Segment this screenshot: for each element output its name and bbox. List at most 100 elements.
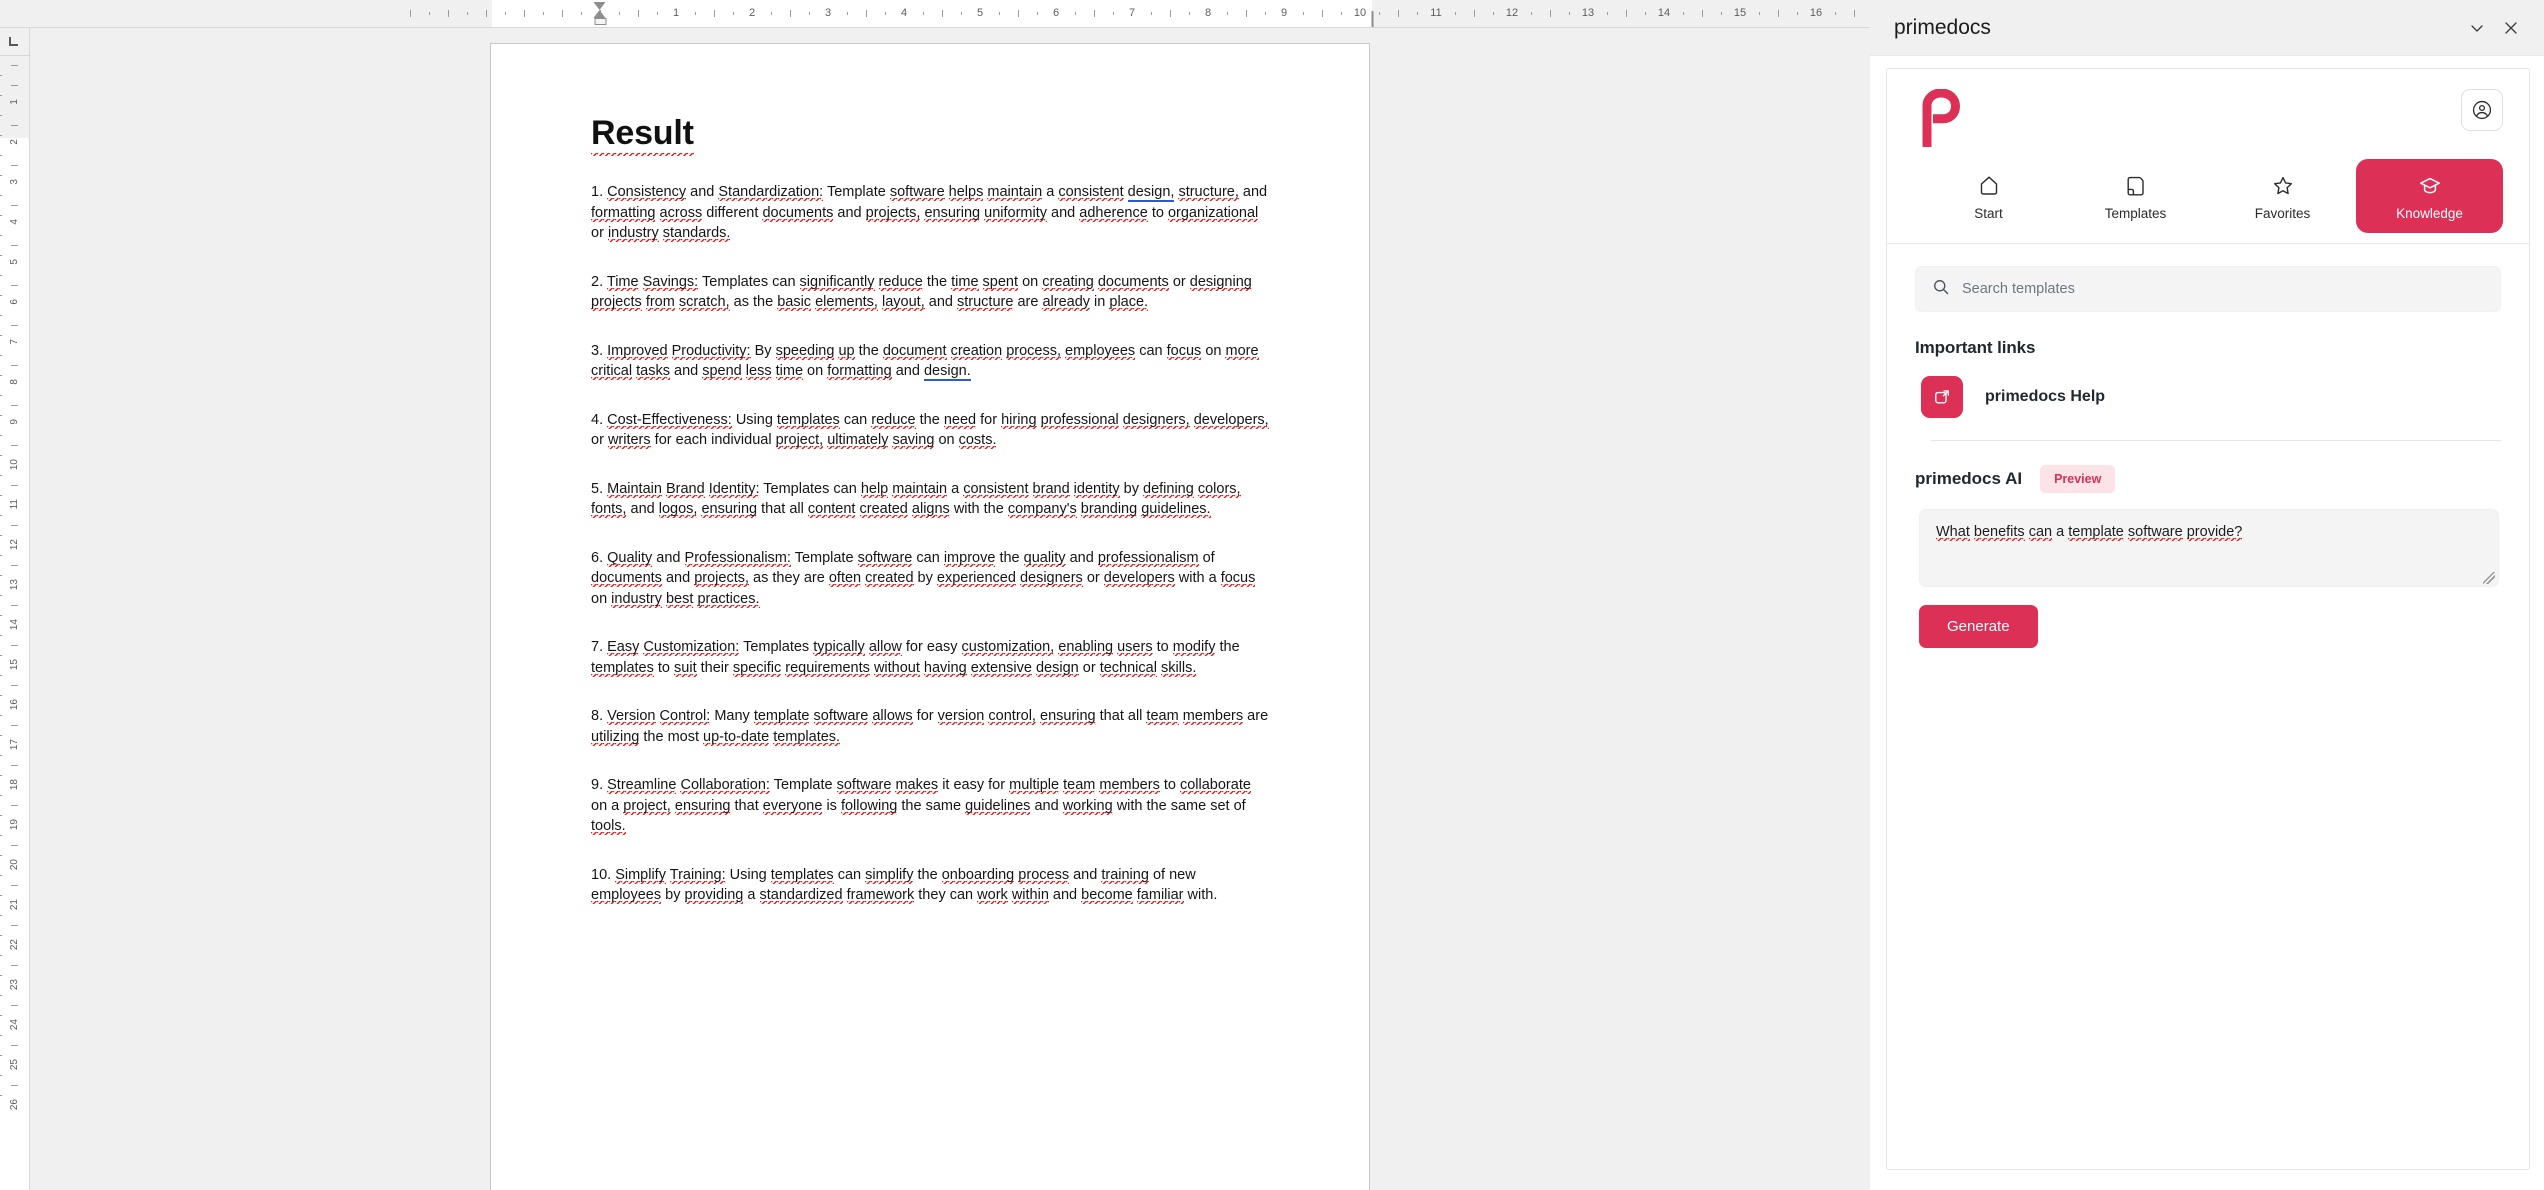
ruler-tick bbox=[11, 725, 18, 726]
ruler-tick bbox=[1189, 12, 1190, 15]
application-window: 1 2 3 4 5 6 7 8 9 10 11 12 13 14 15 16 1 2 3 4 5 6 7 8 9 10 11 12 1… bbox=[0, 0, 2544, 1190]
ruler-tick bbox=[543, 12, 544, 15]
ai-section-header: primedocs AI Preview bbox=[1887, 441, 2529, 493]
document-canvas[interactable]: Result 1. Consistency and Standardizatio… bbox=[30, 28, 1870, 1190]
document-paragraph: 7. Easy Customization: Templates typical… bbox=[591, 639, 1240, 678]
ruler-tick bbox=[11, 245, 18, 246]
ruler-tick-label: 6 bbox=[1052, 7, 1060, 19]
search-input[interactable] bbox=[1962, 281, 2484, 297]
indent-marker[interactable] bbox=[593, 1, 607, 26]
ruler-tick bbox=[0, 355, 29, 356]
horizontal-ruler[interactable]: 1 2 3 4 5 6 7 8 9 10 11 12 13 14 15 16 bbox=[0, 0, 1870, 28]
ruler-tick bbox=[0, 155, 29, 156]
generate-button[interactable]: Generate bbox=[1919, 605, 2038, 648]
ruler-tick bbox=[771, 12, 772, 15]
ruler-tick bbox=[11, 605, 18, 606]
document-paragraph: 10. Simplify Training: Using templates c… bbox=[591, 866, 1218, 905]
ruler-tick bbox=[0, 475, 29, 476]
ruler-tick bbox=[0, 555, 29, 556]
ruler-tick bbox=[11, 885, 18, 886]
ruler-tick bbox=[1854, 10, 1855, 17]
ruler-tick bbox=[1151, 12, 1152, 15]
resize-grip[interactable] bbox=[2483, 572, 2495, 584]
ruler-tick bbox=[11, 965, 18, 966]
ruler-tick bbox=[11, 525, 18, 526]
ruler-tick bbox=[619, 12, 620, 15]
ruler-tick bbox=[11, 1045, 18, 1046]
ruler-tick bbox=[486, 10, 487, 17]
tab-knowledge[interactable]: Knowledge bbox=[2356, 159, 2503, 233]
ruler-tick bbox=[0, 395, 29, 396]
document-body[interactable]: 1. Consistency and Standardization: Temp… bbox=[591, 182, 1269, 906]
ruler-tick-label: 10 bbox=[1353, 7, 1367, 19]
ruler-tick bbox=[11, 765, 18, 766]
ruler-tick-label: 26 bbox=[9, 1099, 20, 1111]
tab-favorites[interactable]: Favorites bbox=[2209, 159, 2356, 233]
ai-prompt-input[interactable]: What benefits can a template software pr… bbox=[1919, 509, 2499, 587]
ruler-tick bbox=[1797, 12, 1798, 15]
ruler-tick bbox=[1550, 10, 1551, 17]
ruler-tick-label: 5 bbox=[9, 259, 20, 265]
ruler-tick bbox=[0, 855, 29, 856]
ruler-tick bbox=[0, 995, 29, 996]
document-paragraph: 2. Time Savings: Templates can significa… bbox=[591, 273, 1252, 312]
ruler-tick bbox=[999, 12, 1000, 15]
account-button[interactable] bbox=[2461, 89, 2503, 131]
ruler-tick bbox=[0, 955, 29, 956]
search-section bbox=[1887, 244, 2529, 312]
search-box[interactable] bbox=[1915, 266, 2501, 312]
ruler-tick bbox=[11, 85, 18, 86]
ruler-tick bbox=[11, 205, 18, 206]
ruler-tick bbox=[0, 1035, 29, 1036]
ruler-tick-label: 4 bbox=[9, 219, 20, 225]
document-paragraph: 8. Version Control: Many template softwa… bbox=[591, 708, 1269, 747]
ruler-tick bbox=[524, 10, 525, 17]
ruler-tick bbox=[1094, 10, 1095, 17]
ruler-tick bbox=[0, 75, 29, 76]
tab-label: Favorites bbox=[2254, 206, 2311, 221]
ruler-tick bbox=[0, 835, 29, 836]
ruler-tick-label: 1 bbox=[672, 7, 680, 19]
ruler-tick bbox=[0, 675, 29, 676]
brand-row bbox=[1887, 69, 2529, 157]
ruler-tick-label: 5 bbox=[976, 7, 984, 19]
ruler-tick bbox=[0, 1015, 29, 1016]
ruler-tick-label: 7 bbox=[1128, 7, 1136, 19]
star-icon bbox=[2271, 173, 2295, 199]
ruler-tick bbox=[1170, 10, 1171, 17]
ruler-tick bbox=[1322, 10, 1323, 17]
document-page[interactable]: Result 1. Consistency and Standardizatio… bbox=[490, 43, 1370, 1190]
right-indent-marker[interactable] bbox=[1371, 11, 1387, 27]
ruler-tick-label: 1 bbox=[9, 99, 20, 105]
ruler-tick bbox=[11, 1005, 18, 1006]
chevron-down-icon[interactable] bbox=[2460, 11, 2494, 45]
link-item-primedocs-help[interactable]: primedocs Help bbox=[1887, 358, 2529, 418]
ruler-tick bbox=[11, 125, 18, 126]
ruler-tick bbox=[410, 10, 411, 17]
ruler-tick bbox=[562, 10, 563, 17]
task-pane: primedocs Start Templates Favorites Know… bbox=[1870, 0, 2544, 1190]
ruler-tick bbox=[0, 775, 29, 776]
ruler-tick bbox=[0, 695, 29, 696]
tab-start[interactable]: Start bbox=[1915, 159, 2062, 233]
tab-templates[interactable]: Templates bbox=[2062, 159, 2209, 233]
ruler-tick bbox=[0, 215, 29, 216]
ruler-tick bbox=[1341, 12, 1342, 15]
ruler-tick-label: 14 bbox=[9, 619, 20, 631]
ruler-tick bbox=[0, 515, 29, 516]
ruler-tick bbox=[0, 875, 29, 876]
ruler-tick bbox=[11, 365, 18, 366]
ruler-tick bbox=[1398, 10, 1399, 17]
vertical-ruler[interactable]: 1 2 3 4 5 6 7 8 9 10 11 12 13 14 15 16 17 18 19 20 21 22 23 24 2… bbox=[0, 28, 30, 1190]
ruler-tick-label: 2 bbox=[9, 139, 20, 145]
ruler-tick-label: 24 bbox=[9, 1019, 20, 1031]
ruler-tick bbox=[11, 445, 18, 446]
ruler-tick-label: 18 bbox=[9, 779, 20, 791]
tab-stop-selector[interactable] bbox=[0, 28, 29, 56]
document-paragraph: 9. Streamline Collaboration: Template so… bbox=[591, 777, 1251, 836]
ruler-tick-label: 3 bbox=[9, 179, 20, 185]
close-icon[interactable] bbox=[2494, 11, 2528, 45]
ruler-tick bbox=[0, 915, 29, 916]
ruler-tick bbox=[0, 1055, 29, 1056]
ruler-tick bbox=[0, 335, 29, 336]
